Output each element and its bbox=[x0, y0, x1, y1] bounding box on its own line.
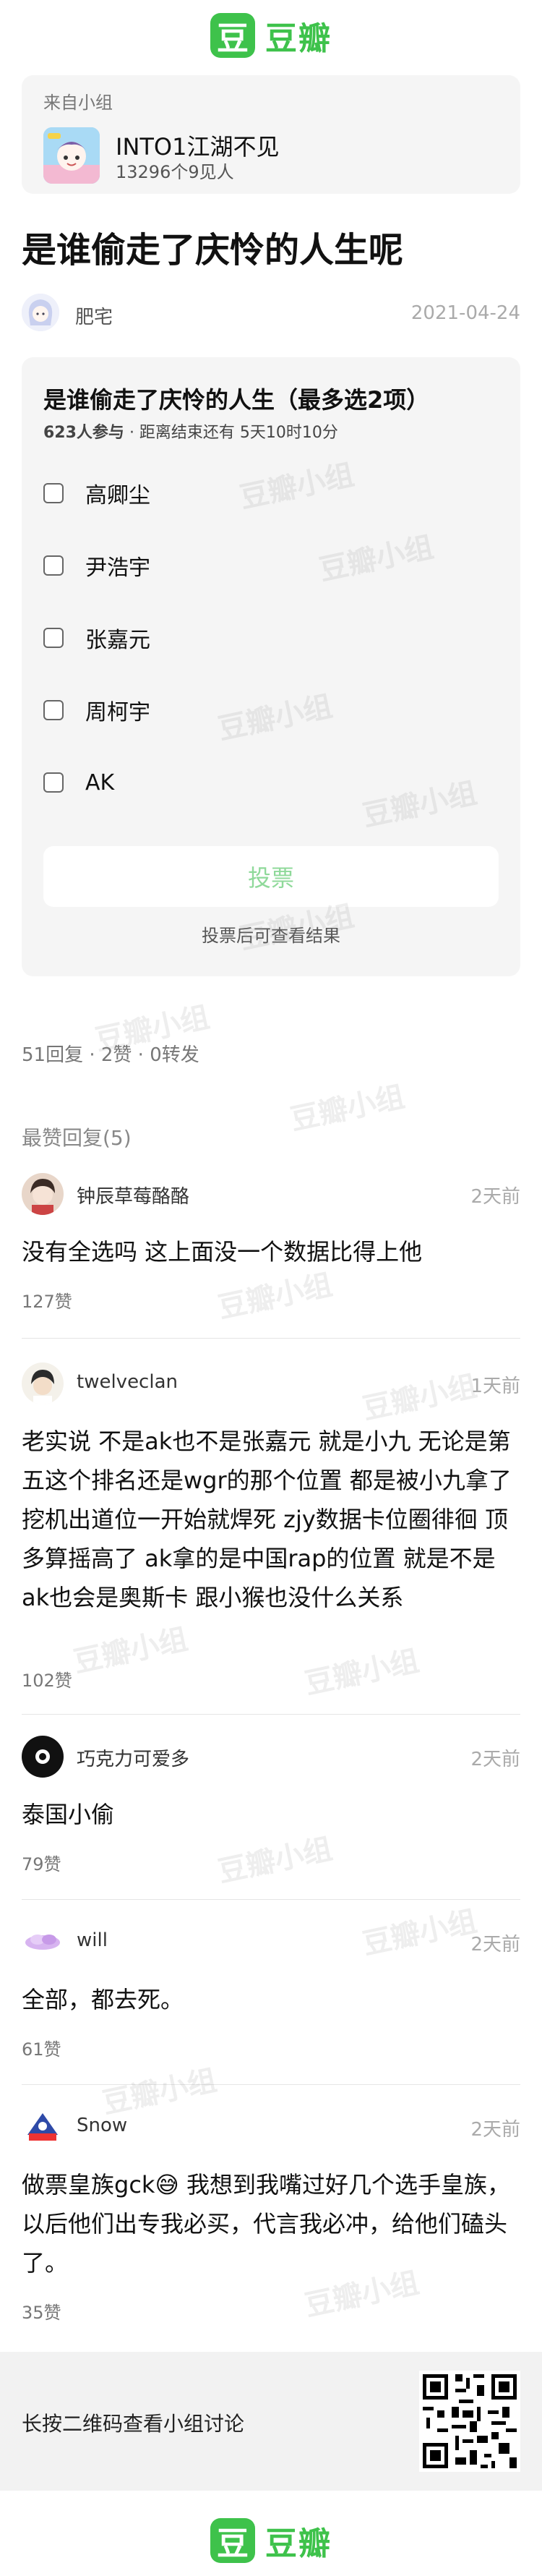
qr-bar: 长按二维码查看小组讨论 bbox=[0, 2352, 542, 2491]
poll-option-label: 周柯宇 bbox=[85, 700, 150, 725]
brand-name: 豆瓣 bbox=[265, 2525, 332, 2562]
commenter-name[interactable]: 巧克力可爱多 bbox=[77, 1744, 189, 1771]
poll-max-choices: 2 bbox=[367, 386, 384, 414]
poll-option[interactable]: AK bbox=[43, 759, 499, 806]
commenter-avatar[interactable] bbox=[22, 1921, 64, 1963]
qr-prompt: 长按二维码查看小组讨论 bbox=[22, 2412, 245, 2436]
divider bbox=[22, 1714, 520, 1715]
comment: 巧克力可爱多 2天前 泰国小偷 79赞 bbox=[22, 1736, 520, 1880]
watermark: 豆瓣小组 bbox=[287, 1080, 408, 1138]
comment-time: 1天前 bbox=[470, 1376, 520, 1397]
brand-name: 豆瓣 bbox=[265, 20, 332, 57]
poll-option[interactable]: 尹浩宇 bbox=[43, 542, 499, 589]
group-card[interactable]: 来自小组 INTO1江湖不见 13296个9见人 bbox=[22, 75, 520, 194]
poll-title: 是谁偷走了庆怜的人生（最多选2项） bbox=[43, 382, 429, 415]
bottom-brand: 豆 豆瓣 bbox=[0, 2505, 542, 2576]
poll-option-label: 张嘉元 bbox=[85, 628, 150, 653]
divider bbox=[22, 2084, 520, 2085]
commenter-avatar[interactable] bbox=[22, 1736, 64, 1778]
divider bbox=[22, 1899, 520, 1900]
post-date: 2021-04-24 bbox=[410, 302, 520, 324]
commenter-name[interactable]: Snow bbox=[77, 2115, 127, 2136]
commenter-name[interactable]: twelveclan bbox=[77, 1371, 178, 1393]
poll-card: 是谁偷走了庆怜的人生（最多选2项） 623人参与 · 距离结束还有 5天10时1… bbox=[22, 357, 520, 976]
post-stats: 51回复 · 2赞 · 0转发 bbox=[22, 1044, 199, 1066]
checkbox-icon[interactable] bbox=[43, 772, 64, 793]
poll-title-text: 是谁偷走了庆怜的人生（最多选 bbox=[43, 386, 368, 414]
comment-time: 2天前 bbox=[470, 2119, 520, 2141]
checkbox-icon[interactable] bbox=[43, 628, 64, 648]
douban-logo-icon: 豆 bbox=[210, 2518, 255, 2563]
commenter-avatar[interactable] bbox=[22, 2106, 64, 2148]
comment-time: 2天前 bbox=[470, 1749, 520, 1770]
poll-option[interactable]: 高卿尘 bbox=[43, 470, 499, 516]
top-brand: 豆 豆瓣 bbox=[0, 0, 542, 71]
group-from-label: 来自小组 bbox=[43, 93, 113, 113]
comment-text: 做票皇族gck😅 我想到我嘴过好几个选手皇族，以后他们出专我必买，代言我必冲，给… bbox=[22, 2171, 510, 2277]
commenter-name[interactable]: 钟辰草莓酪酪 bbox=[77, 1182, 189, 1208]
author-name[interactable]: 肥宅 bbox=[75, 302, 113, 329]
vote-button[interactable]: 投票 bbox=[43, 846, 499, 907]
poll-option-label: AK bbox=[85, 769, 115, 796]
commenter-avatar[interactable] bbox=[22, 1173, 64, 1215]
comment: 钟辰草莓酪酪 2天前 没有全选吗 这上面没一个数据比得上他 127赞 bbox=[22, 1173, 520, 1318]
poll-deadline: · 距离结束还有 5天10时10分 bbox=[129, 424, 338, 442]
group-avatar bbox=[43, 127, 100, 184]
comments-header: 最赞回复(5) bbox=[22, 1126, 132, 1150]
comment-likes[interactable]: 35赞 bbox=[22, 2298, 61, 2324]
commenter-name[interactable]: will bbox=[77, 1929, 108, 1951]
comment-text: 老实说 不是ak也不是张嘉元 就是小九 无论是第五这个排名还是wgr的那个位置 … bbox=[22, 1428, 512, 1611]
comment-likes[interactable]: 102赞 bbox=[22, 1666, 72, 1692]
group-member-count: 13296个9见人 bbox=[116, 162, 234, 182]
poll-option[interactable]: 张嘉元 bbox=[43, 615, 499, 661]
comment: Snow 2天前 做票皇族gck😅 我想到我嘴过好几个选手皇族，以后他们出专我必… bbox=[22, 2106, 520, 2330]
comment-time: 2天前 bbox=[470, 1186, 520, 1208]
poll-meta: 623人参与 · 距离结束还有 5天10时10分 bbox=[43, 419, 338, 443]
qr-code[interactable] bbox=[419, 2371, 520, 2472]
comment: twelveclan 1天前 老实说 不是ak也不是张嘉元 就是小九 无论是第五… bbox=[22, 1362, 520, 1710]
poll-title-suffix: 项） bbox=[383, 386, 430, 414]
comment-likes[interactable]: 61赞 bbox=[22, 2035, 61, 2060]
post-title: 是谁偷走了庆怜的人生呢 bbox=[22, 230, 404, 270]
poll-participants: 623人参与 bbox=[43, 424, 124, 442]
poll-option-label: 尹浩宇 bbox=[85, 555, 150, 581]
checkbox-icon[interactable] bbox=[43, 700, 64, 720]
comment-time: 2天前 bbox=[470, 1934, 520, 1956]
checkbox-icon[interactable] bbox=[43, 483, 64, 503]
comment-likes[interactable]: 127赞 bbox=[22, 1287, 72, 1313]
comment-text: 全部，都去死。 bbox=[22, 1986, 184, 2013]
poll-option[interactable]: 周柯宇 bbox=[43, 687, 499, 733]
commenter-avatar[interactable] bbox=[22, 1362, 64, 1404]
douban-logo-icon: 豆 bbox=[210, 13, 255, 58]
comment: will 2天前 全部，都去死。 61赞 bbox=[22, 1921, 520, 2065]
comment-text: 没有全选吗 这上面没一个数据比得上他 bbox=[22, 1238, 423, 1266]
vote-hint: 投票后可查看结果 bbox=[202, 926, 340, 946]
author-avatar[interactable] bbox=[22, 294, 59, 331]
comment-text: 泰国小偷 bbox=[22, 1801, 115, 1828]
checkbox-icon[interactable] bbox=[43, 555, 64, 576]
divider bbox=[22, 1338, 520, 1339]
comment-likes[interactable]: 79赞 bbox=[22, 1850, 61, 1875]
poll-option-label: 高卿尘 bbox=[85, 483, 150, 508]
